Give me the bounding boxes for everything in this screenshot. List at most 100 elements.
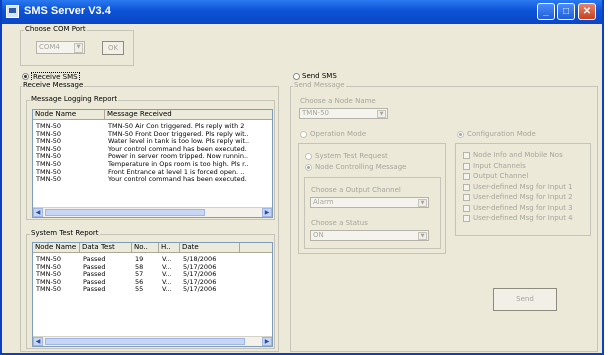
node-name-label: Choose a Node Name (300, 97, 376, 105)
node-name-select[interactable]: TMN-50 ▼ (299, 108, 388, 119)
table-row[interactable]: TMN-50 Temperature in Ops room is too hig… (33, 161, 272, 168)
column-header-no[interactable]: No.. (132, 243, 159, 253)
scroll-right-icon[interactable]: ▶ (262, 337, 272, 346)
table-row[interactable]: TMN-50 Passed 58 V... 5/17/2006 (33, 264, 272, 271)
cell-node-name: TMN-50 (36, 130, 62, 138)
cell-no: 58 (135, 263, 144, 271)
config-option-label[interactable]: Output Channel (473, 172, 528, 180)
config-option-checkbox[interactable] (463, 215, 470, 222)
status-label: Choose a Status (311, 219, 368, 227)
scroll-left-icon[interactable]: ◀ (33, 337, 43, 346)
horizontal-scrollbar[interactable]: ◀ ▶ (33, 336, 272, 346)
send-sms-label[interactable]: Send SMS (302, 72, 337, 80)
ok-button[interactable]: OK (102, 41, 124, 55)
cell-node-name: TMN-50 (36, 161, 62, 168)
cell-no: 56 (135, 278, 144, 286)
cell-message: Your control command has been executed. (108, 176, 247, 184)
receive-sms-radio[interactable] (22, 73, 29, 80)
table-row[interactable]: TMN-50 TMN-50 Air Con triggered. Pls repl… (33, 123, 272, 130)
cell-message: Your control command has been executed. (108, 145, 247, 153)
send-sms-radio[interactable] (293, 73, 300, 80)
node-controlling-label[interactable]: Node Controlling Message (315, 163, 406, 171)
node-controlling-radio[interactable] (305, 164, 312, 171)
horizontal-scrollbar[interactable]: ◀ ▶ (33, 207, 272, 217)
cell-node-name: TMN-50 (36, 138, 62, 146)
cell-message: Power in server room tripped. Now runnin… (108, 153, 249, 161)
config-option-checkbox[interactable] (463, 194, 470, 201)
cell-date: 5/17/2006 (183, 263, 217, 271)
maximize-button[interactable]: □ (557, 3, 575, 20)
scroll-thumb[interactable] (45, 209, 205, 216)
column-header-data-test[interactable]: Data Test (80, 243, 132, 253)
chevron-down-icon[interactable]: ▼ (418, 232, 427, 240)
config-option-checkbox[interactable] (463, 204, 470, 212)
config-option-label[interactable]: User-defined Msg for Input 2 (473, 193, 573, 201)
com-port-select[interactable]: COM4 ▼ (36, 41, 85, 54)
column-header-message-received[interactable]: Message Received (105, 110, 272, 120)
cell-h: V... (162, 271, 172, 279)
table-row[interactable]: TMN-50 Your control command has been exec… (33, 146, 272, 153)
table-row[interactable]: TMN-50 Water level in tank is too low. Pl… (33, 138, 272, 145)
column-header-node-name[interactable]: Node Name (33, 243, 80, 253)
status-select[interactable]: ON ▼ (310, 230, 429, 241)
config-option-label[interactable]: User-defined Msg for Input 3 (473, 204, 573, 212)
cell-data-test: Passed (83, 263, 106, 271)
title-bar[interactable]: SMS Server V3.4 _ □ ✕ (2, 0, 602, 24)
system-test-request-label[interactable]: System Test Request (315, 152, 388, 160)
close-button[interactable]: ✕ (578, 3, 596, 20)
minimize-button[interactable]: _ (537, 3, 555, 20)
node-name-value: TMN-50 (302, 109, 329, 117)
send-button[interactable]: Send (493, 288, 557, 311)
configuration-mode-radio[interactable] (457, 131, 464, 138)
column-header-date[interactable]: Date (180, 243, 240, 253)
cell-data-test: Passed (83, 278, 106, 286)
table-row[interactable]: TMN-50 Your control command has been exec… (33, 176, 272, 183)
cell-message: Water level in tank is too low. Pls repl… (108, 138, 250, 146)
chevron-down-icon[interactable]: ▼ (74, 43, 83, 53)
cell-node-name: TMN-50 (36, 286, 62, 294)
column-header-h[interactable]: H.. (159, 243, 180, 253)
cell-data-test: Passed (83, 256, 106, 263)
scroll-left-icon[interactable]: ◀ (33, 208, 43, 217)
cell-node-name: TMN-50 (36, 263, 62, 271)
configuration-mode-label[interactable]: Configuration Mode (467, 130, 536, 138)
cell-date: 5/17/2006 (183, 271, 217, 279)
column-header-extra[interactable] (240, 243, 272, 253)
config-option-checkbox[interactable] (463, 183, 470, 191)
config-option-checkbox[interactable] (463, 152, 470, 159)
cell-node-name: TMN-50 (36, 256, 62, 263)
config-option-checkbox[interactable] (463, 173, 470, 180)
system-test-list[interactable]: Node Name Data Test No.. H.. Date ◀ ▶ TM… (32, 242, 273, 347)
system-test-request-radio[interactable] (305, 153, 312, 160)
cell-h: V... (162, 263, 172, 271)
table-row[interactable]: TMN-50 TMN-50 Front Door triggered. Pls r… (33, 131, 272, 138)
message-log-list[interactable]: Node Name Message Received ◀ ▶ TMN-50 TMN… (32, 109, 273, 218)
scroll-right-icon[interactable]: ▶ (262, 208, 272, 217)
config-option-checkbox[interactable] (463, 162, 470, 170)
cell-message: Temperature in Ops room is too high. Pls… (108, 161, 249, 168)
scroll-thumb[interactable] (45, 338, 245, 345)
table-row[interactable]: TMN-50 Front Entrance at level 1 is force… (33, 169, 272, 176)
table-row[interactable]: TMN-50 Passed 56 V... 5/17/2006 (33, 279, 272, 286)
output-channel-label: Choose a Output Channel (311, 186, 401, 194)
column-header-node-name[interactable]: Node Name (33, 110, 105, 120)
cell-node-name: TMN-50 (36, 123, 62, 130)
table-row[interactable]: TMN-50 Passed 55 V... 5/17/2006 (33, 286, 272, 293)
table-row[interactable]: TMN-50 Passed 19 V... 5/18/2006 (33, 256, 272, 263)
config-option-label[interactable]: Input Channels (473, 162, 526, 170)
system-test-legend: System Test Report (30, 229, 100, 237)
table-row[interactable]: TMN-50 Passed 57 V... 5/17/2006 (33, 271, 272, 278)
operation-mode-radio[interactable] (300, 131, 307, 138)
output-channel-select[interactable]: Alarm ▼ (310, 197, 429, 208)
cell-date: 5/17/2006 (183, 286, 217, 294)
chevron-down-icon[interactable]: ▼ (418, 199, 427, 207)
config-option-label[interactable]: User-defined Msg for Input 4 (473, 214, 573, 222)
config-option-label[interactable]: User-defined Msg for Input 1 (473, 183, 573, 191)
output-channel-value: Alarm (313, 198, 334, 206)
cell-no: 19 (135, 256, 144, 263)
chevron-down-icon[interactable]: ▼ (377, 110, 386, 118)
cell-no: 57 (135, 271, 144, 279)
table-row[interactable]: TMN-50 Power in server room tripped. Now … (33, 153, 272, 160)
config-option-label[interactable]: Node Info and Mobile Nos (473, 151, 563, 159)
operation-mode-label[interactable]: Operation Mode (310, 130, 366, 138)
